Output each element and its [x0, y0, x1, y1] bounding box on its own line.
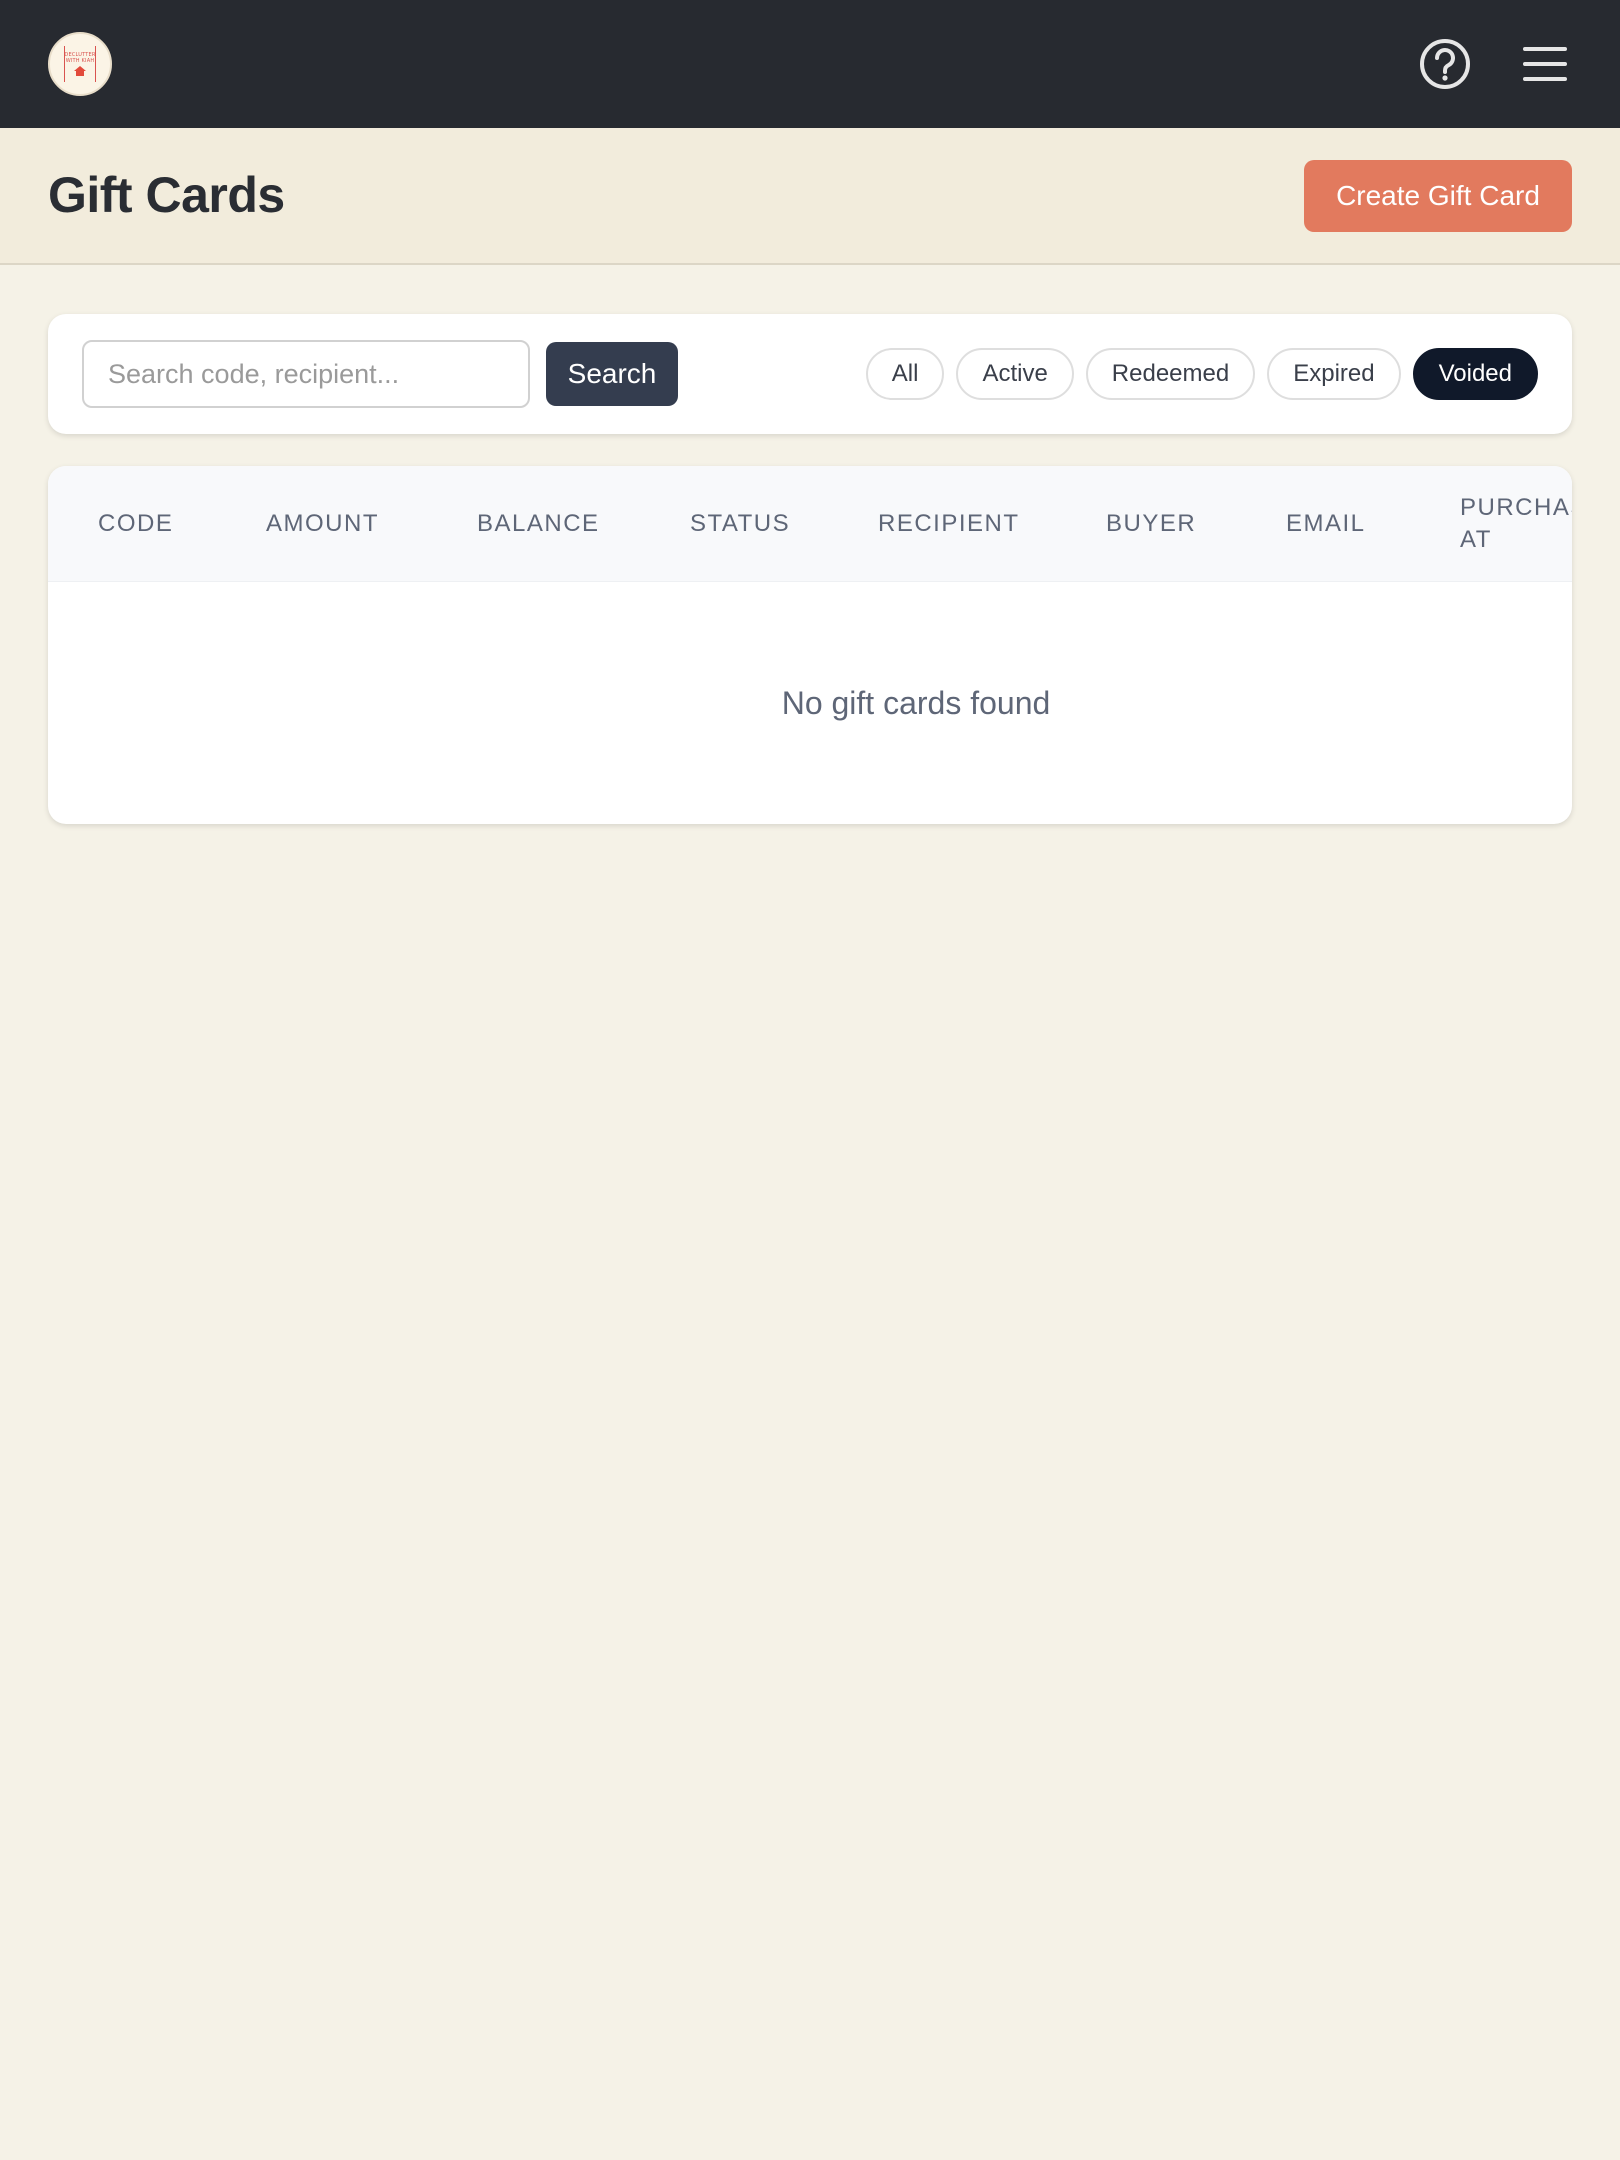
filter-chip-active[interactable]: Active: [956, 348, 1074, 400]
table-header: CODE AMOUNT BALANCE STATUS RECIPIENT BUY…: [48, 466, 1572, 582]
brand-logo[interactable]: DECLUTTER WITH KIAH: [48, 32, 112, 96]
help-circle-icon: [1420, 39, 1470, 89]
filter-chip-expired[interactable]: Expired: [1267, 348, 1401, 400]
column-header-amount[interactable]: AMOUNT: [266, 466, 379, 582]
column-header-balance[interactable]: BALANCE: [477, 466, 600, 582]
column-header-code[interactable]: CODE: [98, 466, 173, 582]
page-title: Gift Cards: [48, 167, 285, 223]
empty-state-message: No gift cards found: [781, 684, 1051, 721]
top-navbar: DECLUTTER WITH KIAH: [0, 0, 1620, 128]
help-button[interactable]: [1418, 37, 1472, 91]
filter-chip-all[interactable]: All: [865, 348, 945, 400]
search-button[interactable]: Search: [546, 342, 678, 406]
filter-chip-redeemed[interactable]: Redeemed: [1085, 348, 1256, 400]
column-header-purchased-at[interactable]: PURCHASED AT: [1460, 466, 1572, 582]
filter-chip-voided[interactable]: Voided: [1412, 348, 1538, 400]
house-icon: [74, 66, 86, 76]
brand-logo-text: DECLUTTER WITH KIAH: [64, 52, 96, 64]
column-header-email[interactable]: EMAIL: [1286, 466, 1366, 582]
column-header-buyer[interactable]: BUYER: [1106, 466, 1196, 582]
page-header: Gift Cards Create Gift Card: [0, 128, 1620, 265]
status-filter-chips: All Active Redeemed Expired Voided: [865, 348, 1538, 400]
hamburger-menu-icon: [1523, 47, 1567, 81]
gift-cards-table: CODE AMOUNT BALANCE STATUS RECIPIENT BUY…: [48, 466, 1572, 824]
column-header-status[interactable]: STATUS: [690, 466, 790, 582]
menu-button[interactable]: [1518, 37, 1572, 91]
create-gift-card-button[interactable]: Create Gift Card: [1304, 160, 1572, 232]
column-header-recipient[interactable]: RECIPIENT: [878, 466, 1020, 582]
search-input[interactable]: [82, 340, 530, 408]
filter-bar: Search All Active Redeemed Expired Voide…: [48, 314, 1572, 434]
